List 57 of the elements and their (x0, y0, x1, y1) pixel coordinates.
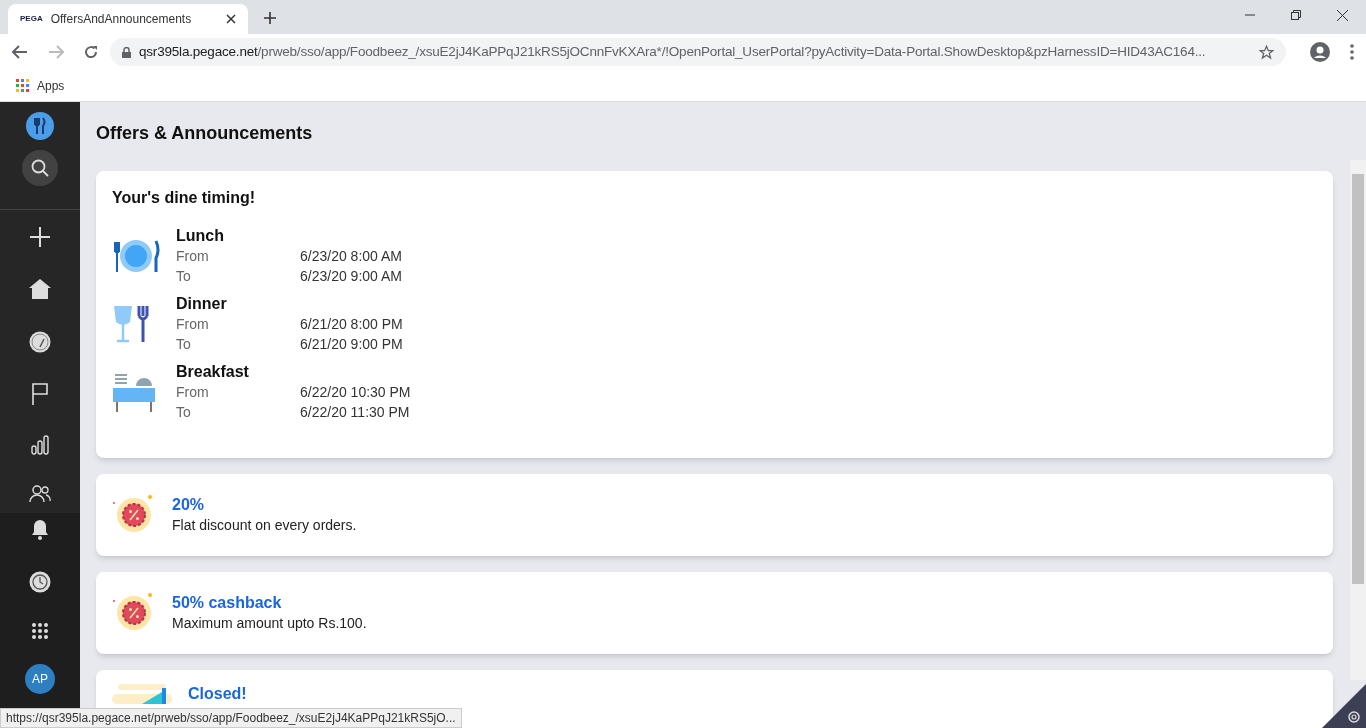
page-title: Offers & Announcements (96, 122, 314, 145)
offer-description: Maximum amount upto Rs.100. (172, 614, 367, 633)
menu-icon[interactable] (1350, 44, 1354, 60)
reload-icon[interactable] (84, 45, 98, 59)
to-label: To (176, 403, 192, 422)
offer-title: 50% cashback (172, 593, 283, 613)
status-bar-url: https://qsr395la.pegace.net/prweb/sso/app/Foodbeez_/xsuE2jJ4KaPPqJ21kRS5jO... (0, 708, 462, 728)
to-time: 6/22/20 11:30 PM (300, 403, 410, 422)
from-label: From (176, 383, 210, 402)
offer-title: 20% (172, 495, 206, 515)
close-icon[interactable] (226, 14, 236, 24)
apps-grid-icon[interactable] (32, 623, 48, 639)
offer-title: Closed! (188, 684, 247, 704)
lock-icon (122, 46, 131, 58)
to-label: To (176, 335, 192, 354)
browser-tab[interactable]: PEGA OffersAndAnnouncements (8, 4, 248, 34)
card-title: Your's dine timing! (112, 188, 257, 208)
user-avatar[interactable]: AP (25, 664, 55, 694)
search-button[interactable] (22, 150, 58, 186)
from-time: 6/22/20 10:30 PM (300, 383, 411, 402)
gauge-icon[interactable] (29, 331, 51, 353)
address-bar[interactable]: qsr395la.pegace.net/prweb/sso/app/Foodbeez_/xsuE2jJ4KaPPqJ21kRS5jOCnnFvKXAra*/!OpenPortal_UserPortal?pyActivity=Data-Portal.ShowDesktop&pzHarnessID=HID43AC164... (110, 38, 1286, 66)
logo-icon[interactable] (26, 112, 54, 140)
offer-description: Flat discount on every orders. (172, 516, 357, 535)
add-icon[interactable] (30, 227, 50, 247)
star-icon[interactable] (1259, 44, 1274, 60)
restore-icon[interactable] (1291, 10, 1301, 20)
bell-icon[interactable] (31, 519, 49, 541)
meal-name: Lunch (176, 226, 225, 246)
favicon-text: PEGA (20, 13, 43, 25)
settings-icon[interactable] (1320, 684, 1366, 728)
to-time: 6/21/20 9:00 PM (300, 335, 403, 354)
from-label: From (176, 315, 210, 334)
from-time: 6/23/20 8:00 AM (300, 247, 402, 266)
bar-chart-icon[interactable] (31, 435, 49, 455)
from-time: 6/21/20 8:00 PM (300, 315, 403, 334)
close-icon[interactable] (1337, 9, 1348, 21)
to-label: To (176, 267, 192, 286)
people-icon[interactable] (29, 485, 51, 503)
meal-name: Dinner (176, 294, 228, 314)
history-icon[interactable] (29, 571, 51, 593)
search-icon (31, 159, 49, 177)
back-arrow-icon[interactable] (12, 45, 28, 59)
to-time: 6/23/20 9:00 AM (300, 267, 402, 286)
from-label: From (176, 247, 210, 266)
account-icon[interactable] (1310, 42, 1330, 62)
url-text: qsr395la.pegace.net/prweb/sso/app/Foodbeez_/xsuE2jJ4KaPPqJ21kRS5jOCnnFvKXAra*/!OpenPortal_UserPortal?pyActivity=Data-Portal.ShowDesktop&pzHarnessID=HID43AC164... (139, 42, 1207, 61)
glass-fork-icon (112, 304, 152, 344)
delivery-icon (112, 684, 172, 704)
new-tab-icon[interactable] (264, 12, 276, 24)
buffet-table-icon (112, 372, 156, 412)
bookmark-link[interactable]: Apps (37, 76, 65, 95)
flag-icon[interactable] (32, 383, 48, 405)
tab-title: OffersAndAnnouncements (50, 11, 193, 28)
home-icon[interactable] (29, 279, 51, 299)
meal-name: Breakfast (176, 362, 250, 382)
plate-cutlery-icon (112, 238, 160, 274)
